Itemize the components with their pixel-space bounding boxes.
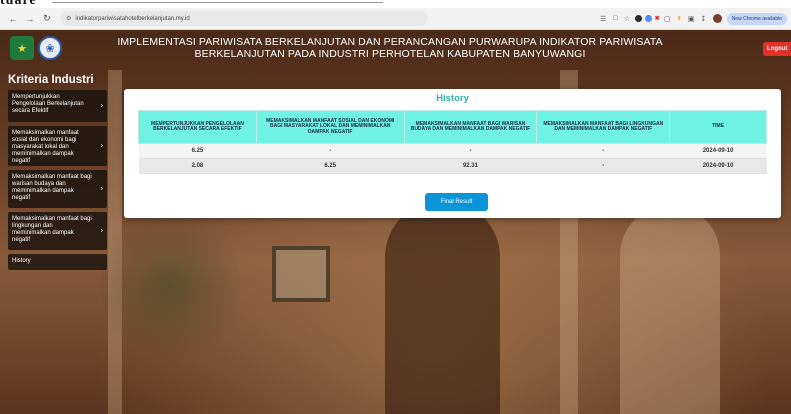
chevron-right-icon: › bbox=[100, 142, 103, 150]
extension-dark-icon[interactable] bbox=[634, 15, 642, 22]
table-cell: 2024-09-10 bbox=[669, 143, 767, 159]
table-cell: 6.25 bbox=[256, 158, 405, 174]
extension-x-icon[interactable]: ✖ bbox=[655, 14, 660, 23]
site-info-icon[interactable]: ⚙ bbox=[66, 15, 71, 22]
table-cell: 6.25 bbox=[138, 143, 257, 159]
cast-icon[interactable]: □ bbox=[611, 14, 620, 23]
bg-archway-right bbox=[620, 205, 720, 414]
app-background: ★ ❀ IMPLEMENTASI PARIWISATA BERKELANJUTA… bbox=[0, 30, 791, 414]
page-title: IMPLEMENTASI PARIWISATA BERKELANJUTAN DA… bbox=[110, 36, 670, 60]
table-cell: - bbox=[536, 158, 670, 174]
sidebar-item-history[interactable]: History bbox=[8, 254, 107, 270]
sidebar-item-label: Memaksimalkan manfaat bagi warisan buday… bbox=[12, 174, 92, 201]
download-icon[interactable]: ↧ bbox=[699, 14, 708, 23]
chrome-update-button[interactable]: New Chrome available bbox=[726, 12, 787, 25]
column-header: MEMAKSIMALKAN MANFAAT BAGI LINGKUNGAN DA… bbox=[536, 110, 671, 144]
header-logos: ★ ❀ bbox=[10, 36, 62, 60]
sidebar-item-label: Memaksimalkan manfaat bagi lingkungan da… bbox=[12, 216, 92, 243]
sidebar-item-label: Mempertunjukkan Pengelolaan Berkelanjuta… bbox=[12, 94, 84, 114]
column-header: MEMAKSIMALKAN MANFAAT BAGI WARISAN BUDAY… bbox=[403, 110, 538, 144]
table-cell: - bbox=[404, 143, 537, 159]
sidebar-item-label: Memaksimalkan manfaat sosial dan ekonomi… bbox=[12, 130, 79, 164]
bg-plant bbox=[100, 200, 240, 370]
sidebar-item-pengelolaan[interactable]: Mempertunjukkan Pengelolaan Berkelanjuta… bbox=[8, 90, 107, 122]
extension-box-icon[interactable]: ▣ bbox=[687, 14, 696, 23]
page-title-line1: IMPLEMENTASI PARIWISATA BERKELANJUTAN DA… bbox=[117, 36, 663, 48]
extension-puzzle-icon[interactable]: ▢ bbox=[663, 14, 672, 23]
sidebar-item-warisan-budaya[interactable]: Memaksimalkan manfaat bagi warisan buday… bbox=[8, 170, 107, 208]
table-row: 6.25 - - - 2024-09-10 bbox=[138, 143, 767, 159]
table-cell: 2024-09-10 bbox=[669, 158, 767, 174]
bg-painting bbox=[272, 246, 330, 302]
back-icon[interactable]: ← bbox=[6, 12, 20, 26]
caption-text: tuare bbox=[0, 0, 37, 8]
translate-icon[interactable]: ☰ bbox=[599, 14, 608, 23]
final-result-button[interactable]: Final Result bbox=[425, 193, 488, 211]
table-cell: 92.31 bbox=[404, 158, 537, 174]
reload-icon[interactable]: ↻ bbox=[40, 12, 54, 26]
bookmark-star-icon[interactable]: ☆ bbox=[623, 14, 632, 23]
extension-area: ☰ □ ☆ ✖ ▢ ↟ ▣ ↧ New Chrome available bbox=[599, 12, 791, 25]
bg-archway bbox=[385, 200, 500, 414]
extension-bolt-icon[interactable]: ↟ bbox=[675, 14, 684, 23]
sidebar: Mempertunjukkan Pengelolaan Berkelanjuta… bbox=[8, 90, 107, 274]
history-header-row: MEMPERTUNJUKKAN PENGELOLAAN BERKELANJUTA… bbox=[138, 110, 767, 144]
column-header: TIME bbox=[669, 110, 767, 144]
address-url: indikatorpariwisatahotelberkelanjutan.my… bbox=[75, 15, 190, 22]
sidebar-item-label: History bbox=[12, 258, 31, 264]
history-table: MEMPERTUNJUKKAN PENGELOLAAN BERKELANJUTA… bbox=[138, 110, 767, 174]
column-header: MEMPERTUNJUKKAN PENGELOLAAN BERKELANJUTA… bbox=[138, 110, 257, 144]
sidebar-title: Kriteria Industri bbox=[8, 74, 94, 86]
banyuwangi-logo-icon: ★ bbox=[10, 36, 34, 60]
sidebar-item-lingkungan[interactable]: Memaksimalkan manfaat bagi lingkungan da… bbox=[8, 212, 107, 250]
table-cell: - bbox=[256, 143, 405, 159]
forward-icon[interactable]: → bbox=[23, 12, 37, 26]
university-logo-icon: ❀ bbox=[38, 36, 62, 60]
top-caption: tuare bbox=[0, 0, 791, 8]
address-bar[interactable]: ⚙ indikatorpariwisatahotelberkelanjutan.… bbox=[60, 11, 428, 26]
chevron-right-icon: › bbox=[100, 227, 103, 235]
logout-button[interactable]: Logout bbox=[763, 42, 791, 56]
table-cell: 2.08 bbox=[138, 158, 257, 174]
chevron-right-icon: › bbox=[100, 102, 103, 110]
browser-toolbar: ← → ↻ ⚙ indikatorpariwisatahotelberkelan… bbox=[0, 8, 791, 30]
caption-rule bbox=[52, 2, 383, 3]
extension-blue-icon[interactable] bbox=[644, 15, 652, 22]
table-row: 2.08 6.25 92.31 - 2024-09-10 bbox=[138, 158, 767, 174]
history-card: History MEMPERTUNJUKKAN PENGELOLAAN BERK… bbox=[124, 89, 781, 218]
chevron-right-icon: › bbox=[100, 185, 103, 193]
table-cell: - bbox=[536, 143, 670, 159]
sidebar-item-sosial-ekonomi[interactable]: Memaksimalkan manfaat sosial dan ekonomi… bbox=[8, 126, 107, 166]
page-title-line2: BERKELANJUTAN PADA INDUSTRI PERHOTELAN K… bbox=[194, 48, 586, 60]
profile-avatar[interactable] bbox=[712, 14, 722, 23]
history-title: History bbox=[436, 93, 469, 104]
column-header: MEMAKSIMALKAN MANFAAT SOSIAL DAN EKONOMI… bbox=[255, 110, 405, 144]
